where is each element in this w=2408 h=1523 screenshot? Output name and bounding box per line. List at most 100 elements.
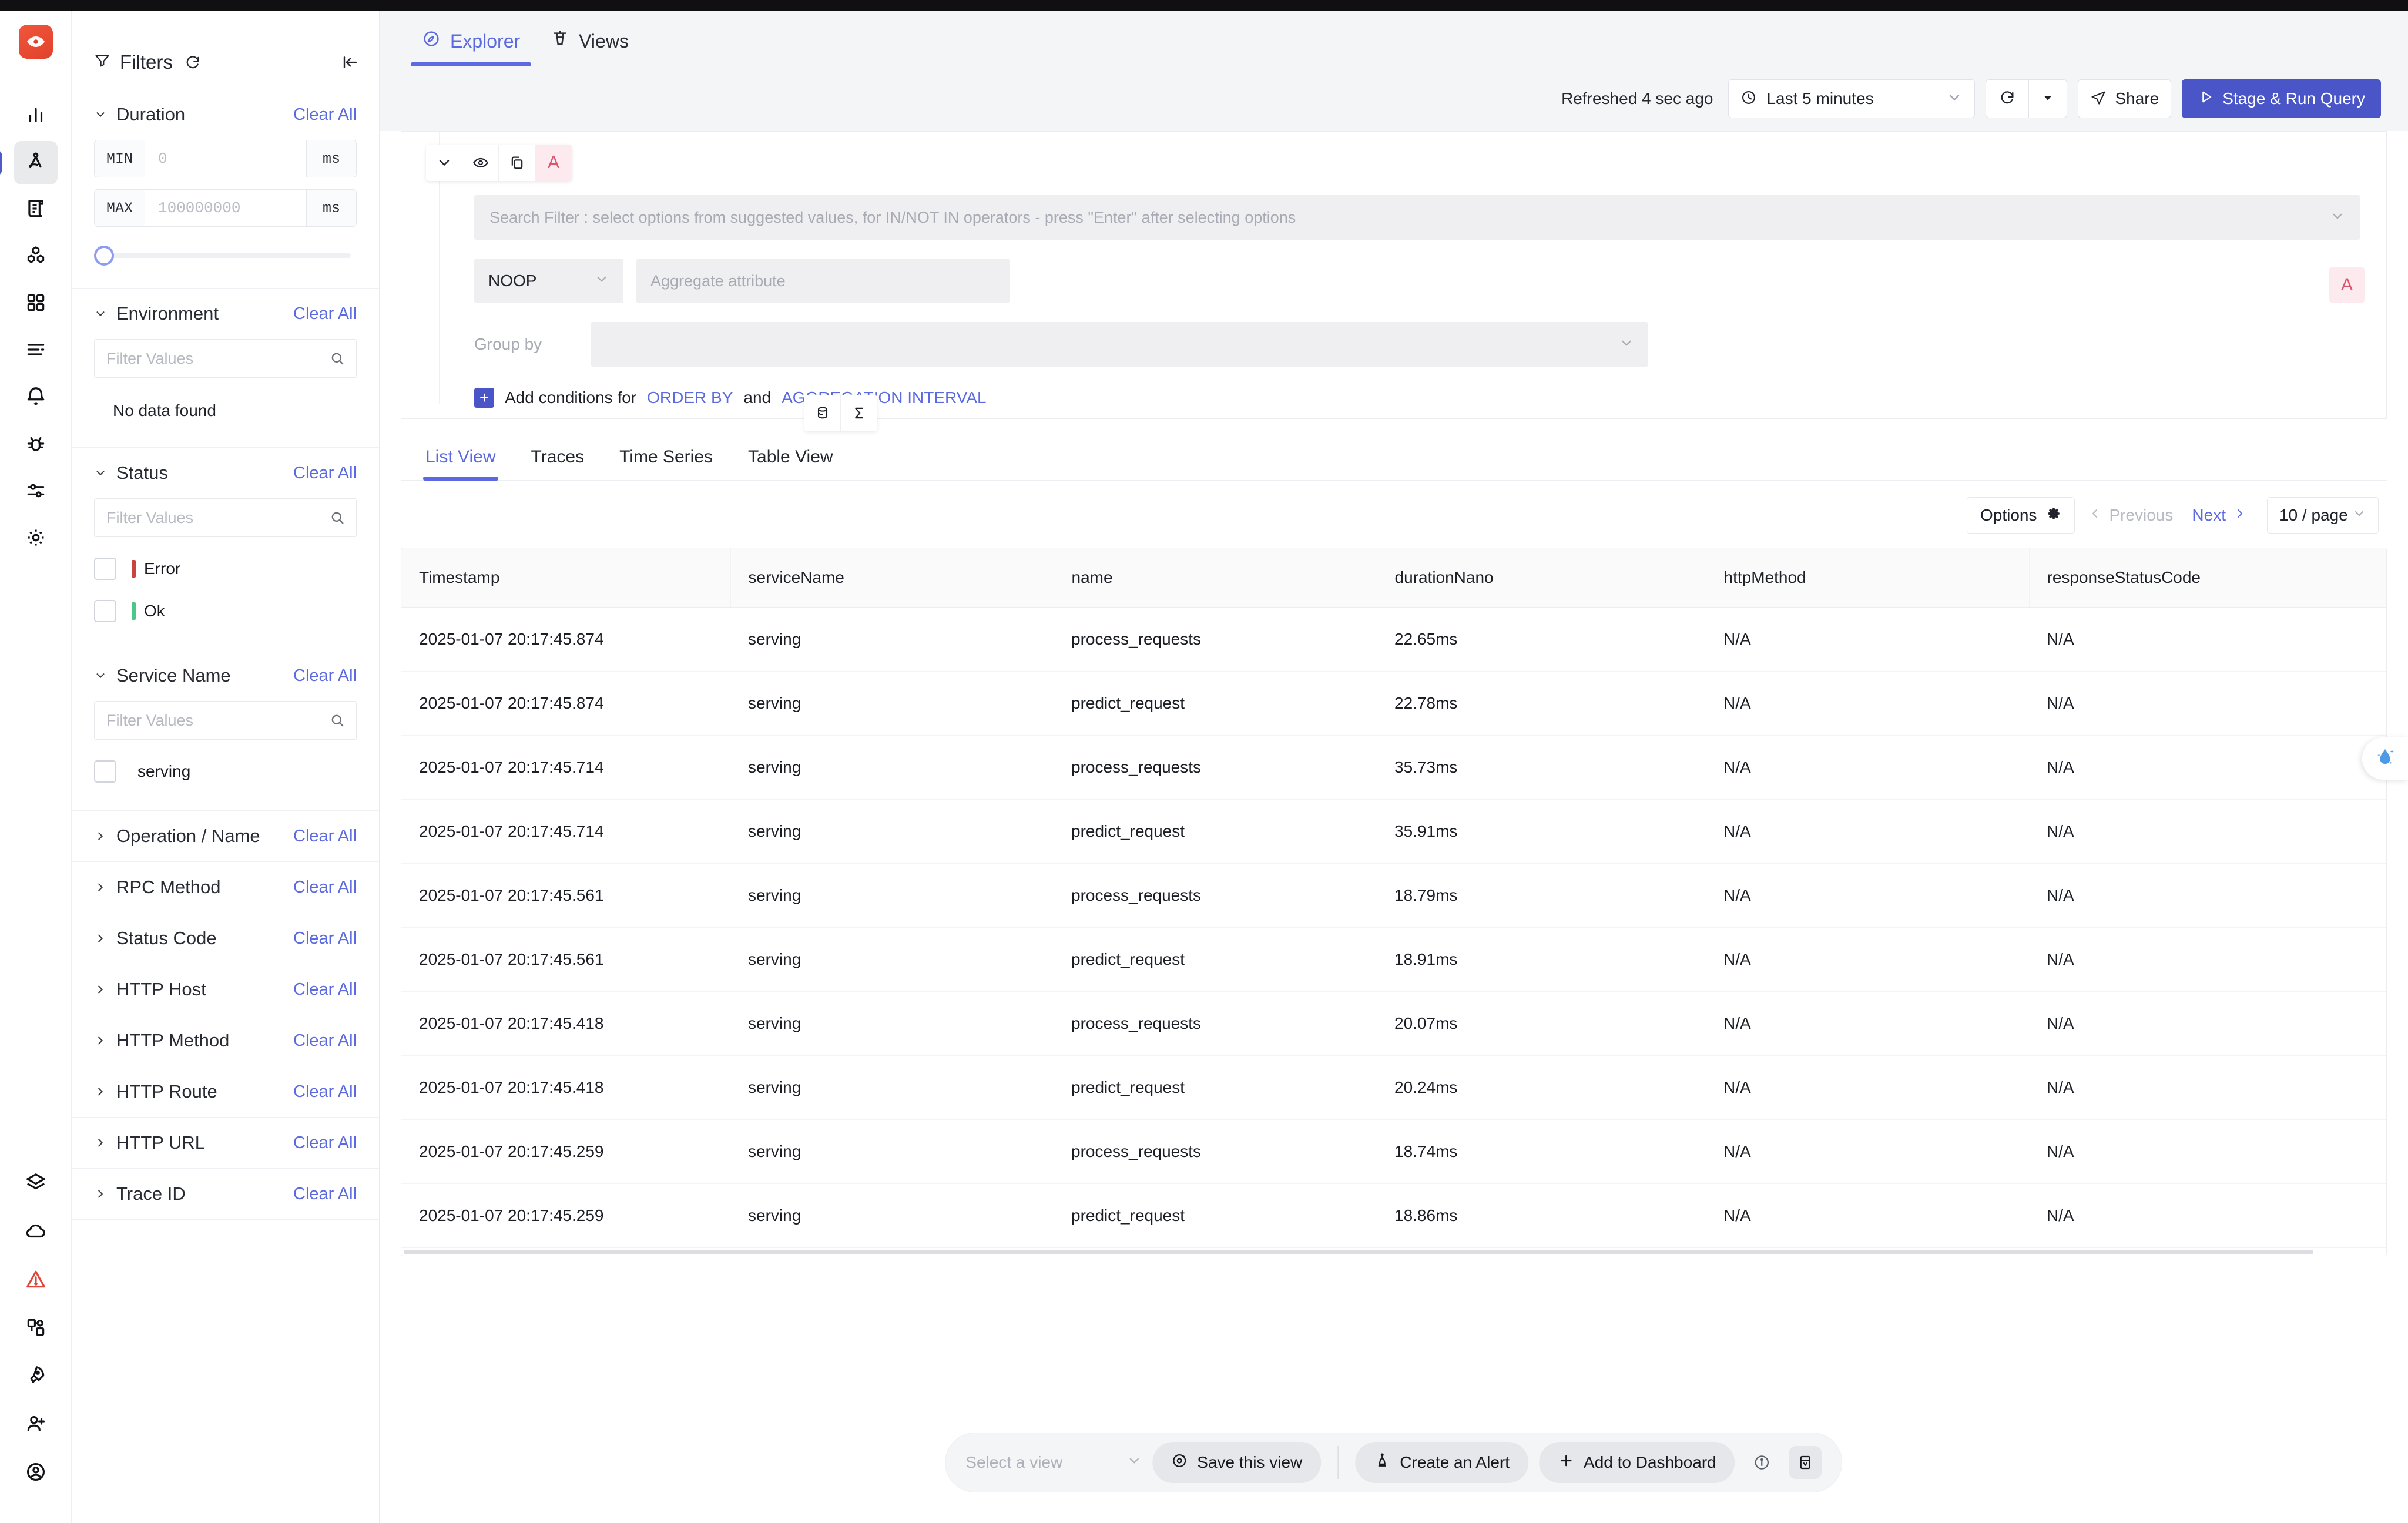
clear-all-duration[interactable]: Clear All: [293, 105, 357, 125]
filter-section-header[interactable]: Environment Clear All: [94, 289, 357, 339]
sidebar-item-traces-explorer[interactable]: [0, 141, 58, 184]
create-alert-button[interactable]: Create an Alert: [1355, 1442, 1529, 1483]
slider-handle[interactable]: [94, 246, 114, 266]
checkbox[interactable]: [94, 760, 116, 783]
copy-icon[interactable]: [499, 145, 535, 181]
clear-all-link[interactable]: Clear All: [293, 878, 357, 897]
sidebar-item-invite-member[interactable]: [14, 1403, 58, 1447]
select-view-dropdown[interactable]: Select a view: [965, 1453, 1142, 1472]
table-row[interactable]: 2025-01-07 20:17:45.561 serving process_…: [401, 863, 2386, 928]
filter-section-header[interactable]: HTTP Method Clear All: [94, 1015, 357, 1066]
sidebar-item-logs[interactable]: [14, 188, 58, 232]
panel-collapse-icon[interactable]: [1789, 1446, 1822, 1479]
tab-views[interactable]: Views: [535, 29, 644, 66]
tab-explorer[interactable]: Explorer: [407, 29, 535, 66]
table-row[interactable]: 2025-01-07 20:17:45.259 serving process_…: [401, 1119, 2386, 1184]
duration-min-input[interactable]: 0: [145, 140, 306, 177]
tab-table-view[interactable]: Table View: [730, 447, 851, 480]
page-size-select[interactable]: 10 / page: [2267, 497, 2379, 534]
horizontal-scrollbar[interactable]: [401, 1247, 2386, 1256]
aggregate-operator-select[interactable]: NOOP: [474, 259, 623, 303]
refresh-button[interactable]: [1986, 79, 2029, 118]
table-row[interactable]: 2025-01-07 20:17:45.561 serving predict_…: [401, 927, 2386, 992]
sidebar-item-integrations[interactable]: [14, 1162, 58, 1206]
options-button[interactable]: Options: [1966, 497, 2075, 534]
checkbox[interactable]: [94, 558, 116, 580]
tab-list-view[interactable]: List View: [408, 447, 514, 481]
table-row[interactable]: 2025-01-07 20:17:45.874 serving process_…: [401, 607, 2386, 672]
table-row[interactable]: 2025-01-07 20:17:45.418 serving predict_…: [401, 1055, 2386, 1120]
environment-search-input[interactable]: Filter Values: [94, 339, 318, 378]
sigma-formula-icon[interactable]: [841, 395, 877, 431]
order-by-link[interactable]: ORDER BY: [647, 388, 733, 407]
signoz-eye-logo-icon[interactable]: [18, 25, 53, 59]
sidebar-item-home[interactable]: [14, 94, 58, 137]
clear-all-link[interactable]: Clear All: [293, 1133, 357, 1153]
filter-section-header[interactable]: RPC Method Clear All: [94, 862, 357, 913]
eye-icon[interactable]: [462, 145, 499, 181]
filter-section-header[interactable]: Status Clear All: [94, 448, 357, 498]
status-option-error[interactable]: Error: [94, 548, 357, 590]
chevron-down-icon[interactable]: [426, 145, 462, 181]
clear-all-link[interactable]: Clear All: [293, 929, 357, 948]
column-header-name[interactable]: name: [1054, 548, 1377, 608]
time-range-picker[interactable]: Last 5 minutes: [1728, 79, 1976, 118]
refresh-interval-dropdown[interactable]: [2028, 79, 2068, 118]
search-icon[interactable]: [318, 339, 357, 378]
column-header-timestamp[interactable]: Timestamp: [401, 548, 731, 608]
sidebar-item-plugins[interactable]: [14, 1307, 58, 1350]
sidebar-item-dashboards[interactable]: [14, 282, 58, 326]
filter-section-header[interactable]: HTTP Host Clear All: [94, 964, 357, 1015]
sidebar-item-account[interactable]: [14, 1451, 58, 1495]
share-button[interactable]: Share: [2078, 79, 2172, 118]
refresh-icon[interactable]: [185, 54, 201, 71]
database-query-icon[interactable]: [804, 395, 841, 431]
service-name-search-input[interactable]: Filter Values: [94, 701, 318, 740]
plus-icon[interactable]: +: [474, 388, 494, 408]
clear-all-environment[interactable]: Clear All: [293, 304, 357, 324]
aggregate-attribute-input[interactable]: Aggregate attribute: [636, 259, 1010, 303]
column-header-responsestatuscode[interactable]: responseStatusCode: [2029, 548, 2386, 608]
sidebar-item-onboarding[interactable]: [14, 1355, 58, 1398]
filter-section-header[interactable]: HTTP URL Clear All: [94, 1118, 357, 1168]
sidebar-item-messaging-queues[interactable]: [14, 470, 58, 514]
duration-max-input[interactable]: 100000000: [145, 189, 306, 227]
table-row[interactable]: 2025-01-07 20:17:45.714 serving process_…: [401, 735, 2386, 800]
stage-and-run-query-button[interactable]: Stage & Run Query: [2182, 79, 2381, 118]
search-icon[interactable]: [318, 701, 357, 740]
filter-section-header[interactable]: HTTP Route Clear All: [94, 1066, 357, 1117]
ai-assistant-button[interactable]: [2362, 737, 2408, 780]
filter-section-header[interactable]: Trace ID Clear All: [94, 1169, 357, 1219]
table-row[interactable]: 2025-01-07 20:17:45.874 serving predict_…: [401, 671, 2386, 736]
tab-traces[interactable]: Traces: [514, 447, 602, 480]
previous-page-button[interactable]: Previous: [2088, 506, 2173, 525]
tab-time-series[interactable]: Time Series: [602, 447, 730, 480]
next-page-button[interactable]: Next: [2192, 506, 2247, 525]
clear-all-link[interactable]: Clear All: [293, 1082, 357, 1102]
status-search-input[interactable]: Filter Values: [94, 498, 318, 537]
column-header-durationnano[interactable]: durationNano: [1377, 548, 1706, 608]
column-header-httpmethod[interactable]: httpMethod: [1706, 548, 2030, 608]
clear-all-link[interactable]: Clear All: [293, 827, 357, 846]
search-icon[interactable]: [318, 498, 357, 537]
table-row[interactable]: 2025-01-07 20:17:45.259 serving predict_…: [401, 1184, 2386, 1248]
collapse-panel-icon[interactable]: [341, 53, 359, 71]
sidebar-item-exceptions[interactable]: [14, 423, 58, 467]
sidebar-item-services[interactable]: [14, 235, 58, 279]
duration-range-slider[interactable]: [94, 239, 357, 271]
sidebar-item-list[interactable]: [14, 329, 58, 373]
info-circle-icon[interactable]: [1746, 1446, 1779, 1479]
clear-all-link[interactable]: Clear All: [293, 1185, 357, 1204]
sidebar-item-settings[interactable]: [14, 517, 58, 561]
table-row[interactable]: 2025-01-07 20:17:45.418 serving process_…: [401, 991, 2386, 1056]
clear-all-status[interactable]: Clear All: [293, 464, 357, 483]
scrollbar-thumb[interactable]: [404, 1250, 2313, 1254]
sidebar-item-alerts[interactable]: [14, 376, 58, 420]
column-header-servicename[interactable]: serviceName: [730, 548, 1054, 608]
sidebar-item-cloud[interactable]: [14, 1210, 58, 1254]
save-view-button[interactable]: Save this view: [1152, 1442, 1322, 1483]
filter-section-header[interactable]: Operation / Name Clear All: [94, 811, 357, 861]
clear-all-link[interactable]: Clear All: [293, 1031, 357, 1051]
status-option-ok[interactable]: Ok: [94, 590, 357, 632]
service-name-option-serving[interactable]: serving: [94, 750, 357, 793]
